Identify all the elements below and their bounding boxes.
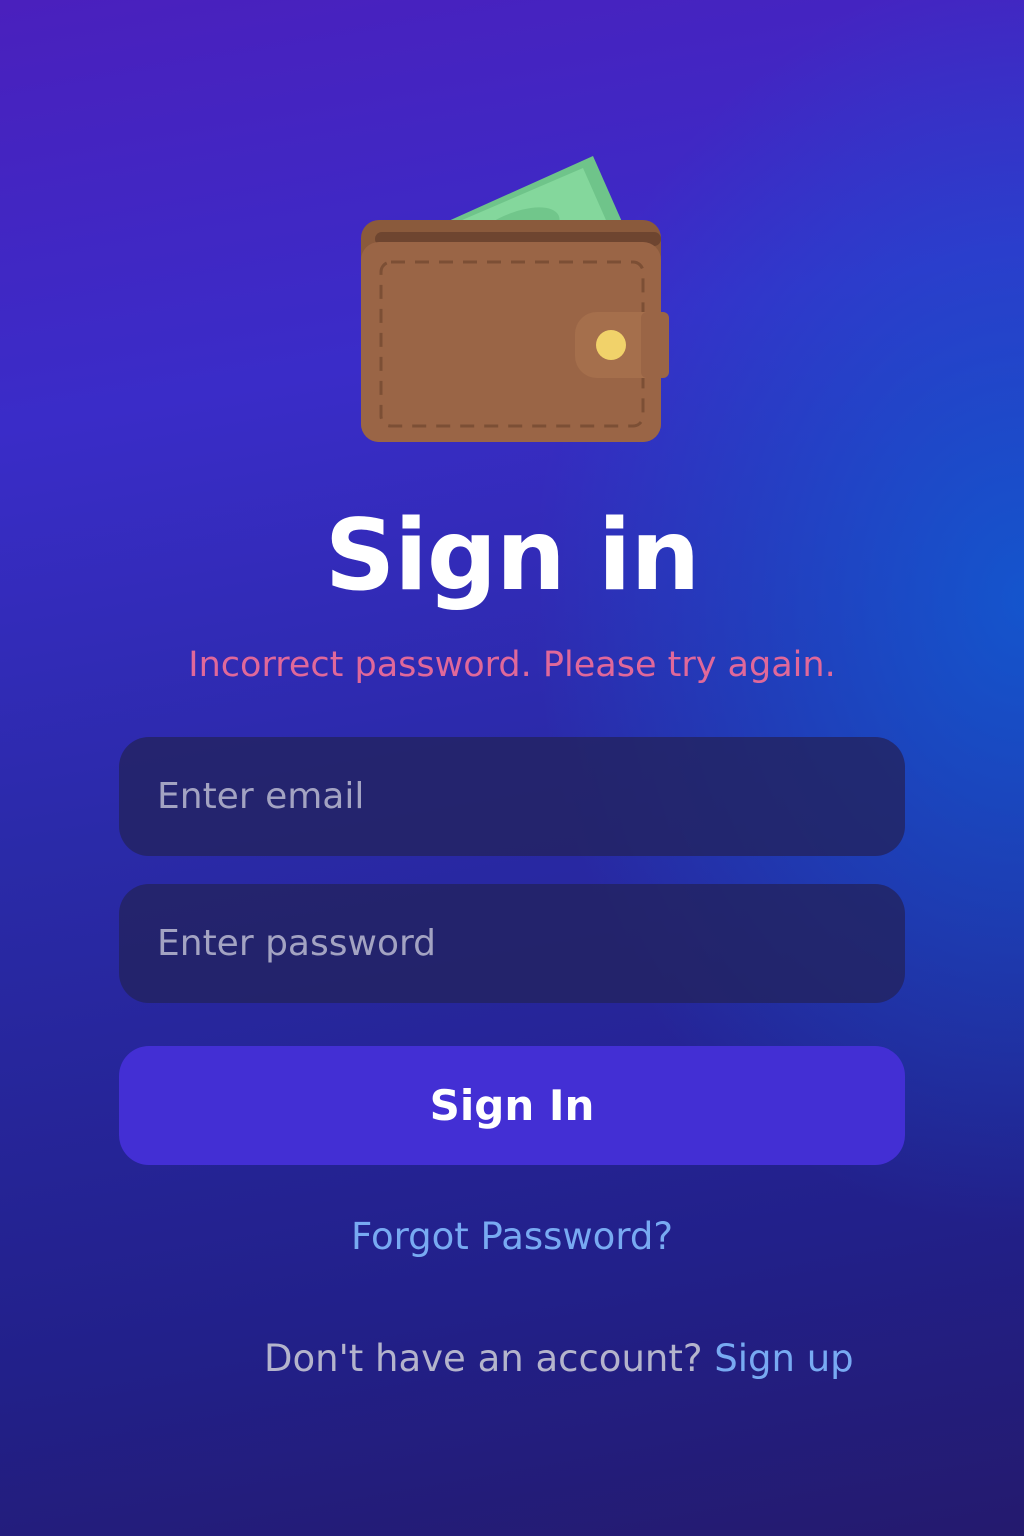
password-input[interactable]: [119, 884, 905, 1003]
error-message: Incorrect password. Please try again.: [188, 645, 836, 685]
sign-in-screen: Sign in Incorrect password. Please try a…: [0, 0, 1024, 1536]
signup-link[interactable]: Sign up: [714, 1337, 853, 1380]
forgot-password-link[interactable]: Forgot Password?: [0, 1212, 1024, 1262]
signup-row: Don't have an account? Sign up: [264, 1334, 854, 1384]
wallet-icon: [355, 150, 675, 450]
signup-prompt: Don't have an account?: [264, 1337, 703, 1380]
sign-in-button[interactable]: Sign In: [119, 1046, 905, 1165]
page-title: Sign in: [324, 499, 701, 613]
password-field-container: [119, 884, 905, 1003]
email-field-container: [119, 737, 905, 856]
email-input[interactable]: [119, 737, 905, 856]
